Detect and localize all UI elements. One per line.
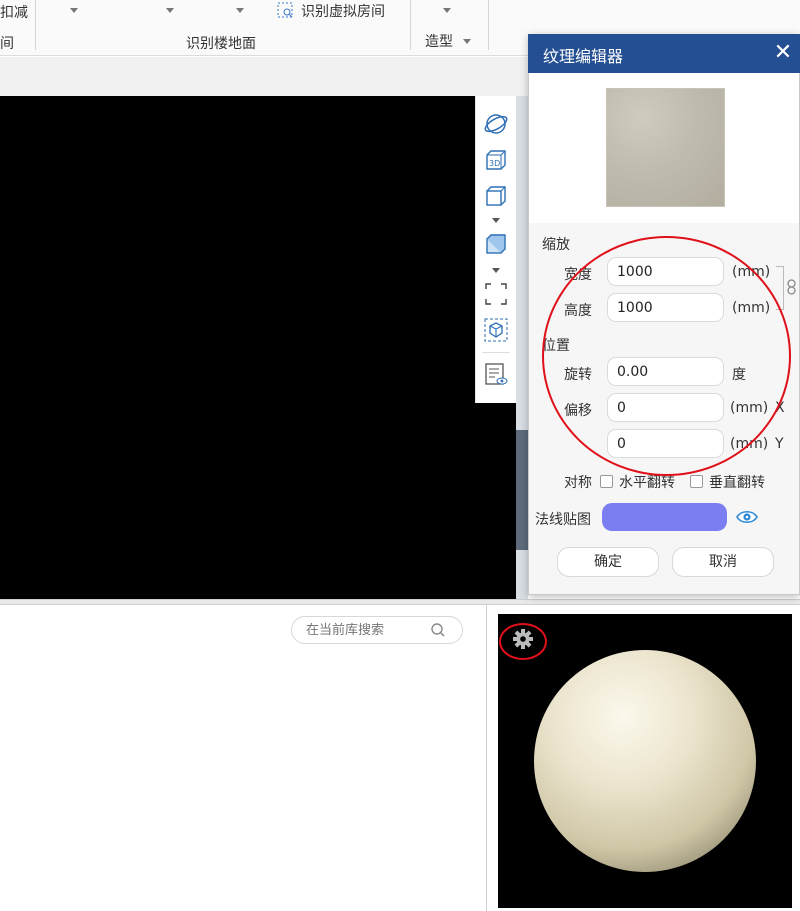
symmetry-label: 对称 bbox=[564, 475, 592, 491]
cancel-button[interactable]: 取消 bbox=[672, 547, 774, 577]
ribbon-group-label-left: 间 bbox=[0, 36, 14, 52]
ribbon-separator bbox=[488, 0, 489, 50]
chevron-down-icon[interactable] bbox=[70, 8, 78, 13]
dialog-title: 纹理编辑器 bbox=[543, 47, 624, 66]
annotation-circle-gear bbox=[499, 623, 547, 660]
material-library-panel bbox=[0, 605, 486, 911]
cube-view-icon[interactable] bbox=[482, 182, 510, 210]
3d-viewport[interactable] bbox=[0, 96, 517, 599]
toolbar-divider bbox=[482, 352, 510, 353]
annotation-circle-settings bbox=[542, 236, 791, 476]
ribbon-group-floor-label: 识别楼地面 bbox=[186, 36, 256, 52]
ribbon-deduct-label[interactable]: 扣减 bbox=[0, 2, 28, 22]
identify-virtual-room-button[interactable]: 识别虚拟房间 bbox=[301, 1, 385, 21]
virtual-room-icon bbox=[277, 2, 295, 20]
flip-horizontal-checkbox[interactable] bbox=[600, 475, 613, 488]
search-icon[interactable] bbox=[430, 622, 446, 638]
view-toolbar: 3D bbox=[475, 96, 516, 403]
vertical-splitter[interactable] bbox=[486, 605, 487, 911]
svg-text:3D: 3D bbox=[489, 159, 500, 168]
fit-view-icon[interactable] bbox=[482, 280, 510, 308]
ribbon-separator bbox=[410, 0, 411, 50]
flip-vertical-checkbox[interactable] bbox=[690, 475, 703, 488]
view-list-icon[interactable] bbox=[482, 360, 510, 388]
3d-view-icon[interactable]: 3D bbox=[482, 146, 510, 174]
orbit-icon[interactable] bbox=[482, 110, 510, 138]
chevron-down-icon[interactable] bbox=[492, 268, 500, 273]
chevron-down-icon[interactable] bbox=[166, 8, 174, 13]
flip-vertical-label[interactable]: 垂直翻转 bbox=[709, 472, 765, 492]
chevron-down-icon[interactable] bbox=[236, 8, 244, 13]
texture-thumbnail[interactable] bbox=[606, 88, 725, 207]
chevron-down-icon[interactable] bbox=[463, 39, 471, 44]
box-select-icon[interactable] bbox=[482, 316, 510, 344]
modeling-dropdown[interactable]: 造型 bbox=[425, 31, 453, 51]
close-icon[interactable]: ✕ bbox=[770, 40, 796, 66]
normal-map-swatch[interactable] bbox=[602, 503, 727, 531]
link-icon[interactable] bbox=[785, 278, 799, 296]
ribbon-separator bbox=[35, 0, 36, 50]
axis-y-label: Y bbox=[775, 436, 784, 452]
chevron-down-icon[interactable] bbox=[492, 218, 500, 223]
material-preview-sphere bbox=[534, 650, 756, 872]
viewport-side-panel-shade bbox=[516, 430, 528, 550]
chevron-down-icon[interactable] bbox=[443, 8, 451, 13]
normal-map-label: 法线贴图 bbox=[535, 512, 591, 528]
solid-cube-icon[interactable] bbox=[482, 230, 510, 258]
ok-button[interactable]: 确定 bbox=[557, 547, 659, 577]
eye-icon[interactable] bbox=[736, 508, 758, 526]
scale-section-label: 缩放 bbox=[542, 237, 570, 253]
